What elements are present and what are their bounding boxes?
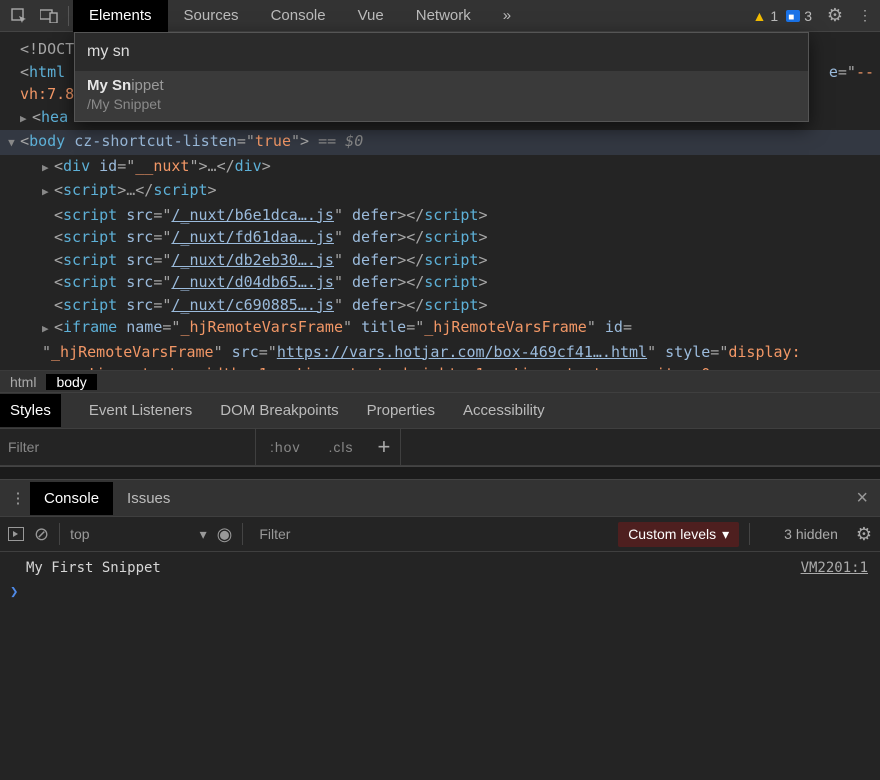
- log-levels-dropdown[interactable]: Custom levels▾: [618, 522, 739, 547]
- iframe-node[interactable]: ▶<iframe name="_hjRemoteVarsFrame" title…: [0, 316, 880, 341]
- console-settings-icon[interactable]: ⚙: [856, 524, 872, 545]
- chevron-down-icon: ▾: [722, 526, 729, 543]
- div-nuxt-node[interactable]: ▶<div id="__nuxt">…</div>: [0, 155, 880, 180]
- command-menu-input[interactable]: my sn: [75, 33, 808, 71]
- script-src-node[interactable]: <script src="/_nuxt/b6e1dca….js" defer><…: [0, 204, 880, 227]
- error-counter[interactable]: ■ 3: [786, 8, 812, 24]
- chevron-down-icon: ▾: [200, 526, 207, 543]
- crumb-html[interactable]: html: [0, 374, 46, 390]
- divider: [68, 6, 69, 26]
- script-node[interactable]: ▶<script>…</script>: [0, 179, 880, 204]
- body-node[interactable]: ⋯ ▼<body cz-shortcut-listen="true"> == $…: [0, 130, 880, 155]
- console-message-row[interactable]: My First Snippet VM2201:1: [8, 556, 872, 580]
- iframe-node-cont[interactable]: "_hjRemoteVarsFrame" src="https://vars.h…: [0, 341, 880, 364]
- warning-count: 1: [770, 8, 778, 24]
- settings-icon[interactable]: ⚙: [820, 0, 850, 32]
- script-src-node[interactable]: <script src="/_nuxt/d04db65….js" defer><…: [0, 271, 880, 294]
- tab-overflow[interactable]: »: [487, 0, 527, 32]
- cls-toggle[interactable]: .cls: [314, 439, 367, 455]
- tab-sources[interactable]: Sources: [168, 0, 255, 32]
- console-message-text: My First Snippet: [8, 556, 801, 580]
- drawer-kebab-icon[interactable]: ⋮: [6, 489, 30, 507]
- result-match: My Sn: [87, 77, 131, 94]
- pane-resizer[interactable]: [0, 466, 880, 480]
- script-src-node[interactable]: <script src="/_nuxt/db2eb30….js" defer><…: [0, 249, 880, 272]
- subtab-event-listeners[interactable]: Event Listeners: [89, 402, 192, 419]
- device-toggle-icon[interactable]: [34, 0, 64, 32]
- warning-icon: ▲: [753, 8, 767, 24]
- message-icon: ■: [786, 10, 800, 22]
- drawer-close-icon[interactable]: ×: [856, 487, 868, 510]
- console-message-source[interactable]: VM2201:1: [801, 556, 872, 580]
- console-toolbar: ⊘ top▾ ◉ Filter Custom levels▾ 3 hidden …: [0, 516, 880, 552]
- tab-vue[interactable]: Vue: [342, 0, 400, 32]
- dom-breadcrumbs: html body: [0, 370, 880, 392]
- console-filter-input[interactable]: Filter: [253, 526, 608, 542]
- hov-toggle[interactable]: :hov: [256, 439, 314, 455]
- result-rest: ippet: [131, 77, 164, 94]
- styles-filter-input[interactable]: Filter: [0, 439, 255, 455]
- drawer-tab-console[interactable]: Console: [30, 482, 113, 515]
- subtab-accessibility[interactable]: Accessibility: [463, 402, 545, 419]
- clear-console-icon[interactable]: ⊘: [34, 524, 49, 545]
- error-count: 3: [804, 8, 812, 24]
- crumb-body[interactable]: body: [46, 374, 96, 390]
- new-style-rule-icon[interactable]: +: [367, 434, 400, 460]
- subtab-styles[interactable]: Styles: [0, 394, 61, 427]
- inspect-icon[interactable]: [4, 0, 34, 32]
- subtab-dom-breakpoints[interactable]: DOM Breakpoints: [220, 402, 338, 419]
- command-menu: my sn My Snippet /My Snippet: [74, 32, 809, 122]
- result-subtitle: /My Snippet: [87, 95, 796, 113]
- styles-tabs: Styles Event Listeners DOM Breakpoints P…: [0, 392, 880, 428]
- console-output[interactable]: My First Snippet VM2201:1 ❯: [0, 552, 880, 752]
- tab-elements[interactable]: Elements: [73, 0, 168, 32]
- drawer-tabstrip: ⋮ Console Issues ×: [0, 480, 880, 516]
- live-expression-icon[interactable]: ◉: [217, 524, 233, 545]
- tab-network[interactable]: Network: [400, 0, 487, 32]
- script-src-node[interactable]: <script src="/_nuxt/fd61daa….js" defer><…: [0, 226, 880, 249]
- tab-console[interactable]: Console: [255, 0, 342, 32]
- script-src-node[interactable]: <script src="/_nuxt/c690885….js" defer><…: [0, 294, 880, 317]
- console-prompt[interactable]: ❯: [8, 584, 872, 600]
- devtools-tabstrip: Elements Sources Console Vue Network » ▲…: [0, 0, 880, 32]
- iframe-node-cont2[interactable]: none !important; width: 1px !important; …: [0, 363, 880, 370]
- styles-filter-row: Filter :hov .cls +: [0, 428, 880, 466]
- drawer-tab-issues[interactable]: Issues: [113, 482, 184, 515]
- hidden-count[interactable]: 3 hidden: [784, 526, 838, 542]
- sidebar-toggle-icon[interactable]: [8, 527, 24, 541]
- kebab-menu-icon[interactable]: ⋮: [850, 0, 880, 32]
- command-menu-result[interactable]: My Snippet /My Snippet: [75, 71, 808, 121]
- warning-counter[interactable]: ▲ 1: [753, 8, 779, 24]
- subtab-properties[interactable]: Properties: [367, 402, 435, 419]
- context-selector[interactable]: top▾: [70, 526, 207, 543]
- doctype-line[interactable]: <!DOCT: [20, 40, 74, 58]
